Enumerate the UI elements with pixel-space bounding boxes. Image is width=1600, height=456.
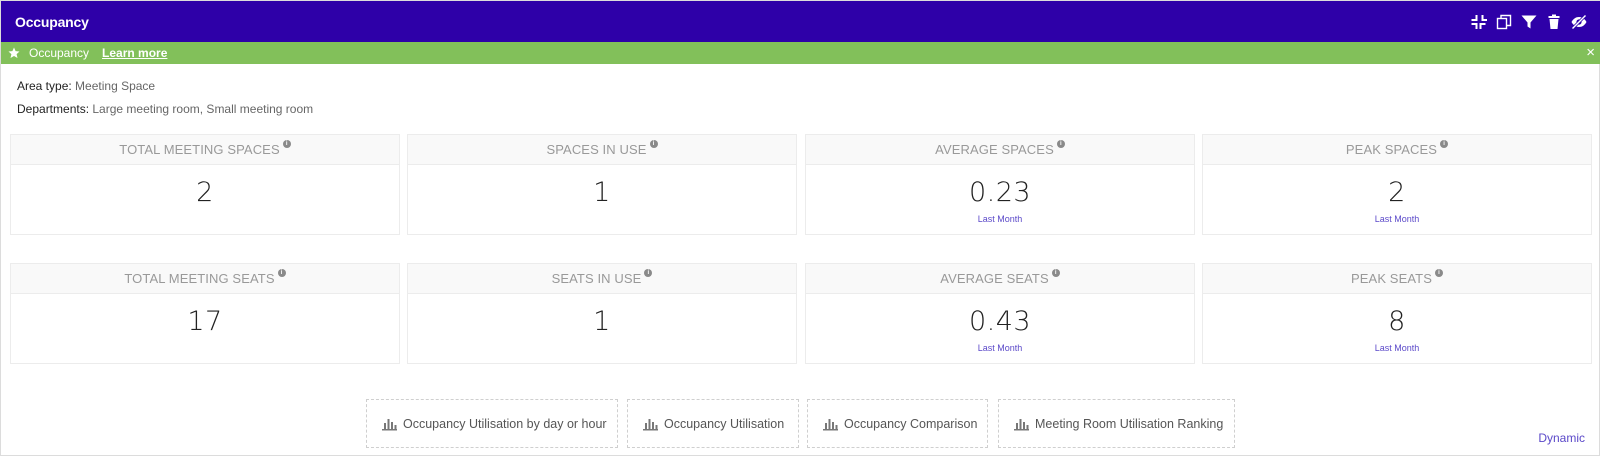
metric-value: 1 — [593, 306, 611, 337]
dynamic-mode-link[interactable]: Dynamic — [1538, 431, 1585, 445]
metric-title-text: PEAK SEATS — [1351, 271, 1432, 286]
metric-title: SEATS IN USE i — [408, 264, 796, 294]
metric-title-text: SEATS IN USE — [551, 271, 642, 286]
info-icon[interactable]: i — [277, 269, 286, 277]
widget-title: Occupancy — [15, 13, 89, 30]
hide-eye-icon[interactable] — [1571, 13, 1587, 30]
copy-icon[interactable] — [1496, 14, 1512, 30]
info-icon[interactable]: i — [1056, 140, 1065, 148]
metric-title-text: TOTAL MEETING SPACES — [119, 142, 280, 157]
metric-title: AVERAGE SEATS i — [806, 264, 1194, 294]
widget-header: Occupancy — [1, 1, 1600, 42]
metric-value: 8 — [1388, 306, 1406, 337]
info-icon[interactable]: i — [649, 140, 658, 148]
info-icon[interactable]: i — [282, 140, 291, 148]
metric-period: Last Month — [1374, 214, 1420, 224]
report-label: Occupancy Utilisation by day or hour — [403, 416, 607, 431]
metric-period: Last Month — [1374, 343, 1420, 353]
trash-icon[interactable] — [1546, 14, 1562, 30]
report-label: Occupancy Comparison — [844, 416, 978, 431]
header-toolbar — [1471, 1, 1587, 42]
metric-card-average-spaces: AVERAGE SPACES i 0.23 Last Month — [805, 134, 1195, 235]
metric-title: PEAK SPACES i — [1203, 135, 1591, 165]
bar-chart-icon — [1014, 418, 1029, 430]
filter-icon[interactable] — [1521, 14, 1537, 30]
metric-period: Last Month — [977, 214, 1023, 224]
metric-title-text: AVERAGE SPACES — [935, 142, 1054, 157]
metric-title-text: SPACES IN USE — [546, 142, 647, 157]
metric-value: 2 — [196, 177, 214, 208]
bar-chart-icon — [643, 418, 658, 430]
metric-card-total-meeting-seats: TOTAL MEETING SEATS i 17 — [10, 263, 400, 364]
metric-value: 0.23 — [968, 177, 1032, 208]
collapse-icon[interactable] — [1471, 14, 1487, 30]
metric-title-text: PEAK SPACES — [1345, 142, 1438, 157]
metric-value: 0.43 — [968, 306, 1032, 337]
metric-card-peak-seats: PEAK SEATS i 8 Last Month — [1202, 263, 1592, 364]
star-icon — [8, 47, 21, 60]
metric-title: AVERAGE SPACES i — [806, 135, 1194, 165]
learn-more-link[interactable]: Learn more — [102, 46, 167, 60]
departments-value: Large meeting room, Small meeting room — [92, 102, 314, 116]
info-icon[interactable]: i — [644, 269, 653, 277]
metric-card-total-meeting-spaces: TOTAL MEETING SPACES i 2 — [10, 134, 400, 235]
metric-title-text: TOTAL MEETING SEATS — [124, 271, 275, 286]
report-button-utilisation-by-day-or-hour[interactable]: Occupancy Utilisation by day or hour — [366, 399, 618, 448]
area-type-label: Area type: — [17, 79, 72, 93]
metric-period: Last Month — [977, 343, 1023, 353]
close-icon[interactable]: × — [1586, 44, 1595, 61]
metric-value: 1 — [593, 177, 611, 208]
occupancy-widget: Occupancy Occupancy Learn more × Area ty… — [0, 0, 1600, 456]
metric-value: 17 — [187, 306, 223, 337]
area-type-value: Meeting Space — [75, 79, 156, 93]
metric-title: PEAK SEATS i — [1203, 264, 1591, 294]
report-button-utilisation[interactable]: Occupancy Utilisation — [627, 399, 799, 448]
banner-label: Occupancy — [29, 46, 90, 60]
info-icon[interactable]: i — [1440, 140, 1449, 148]
metric-card-average-seats: AVERAGE SEATS i 0.43 Last Month — [805, 263, 1195, 364]
departments: Departments: Large meeting room, Small m… — [17, 102, 313, 116]
info-icon[interactable]: i — [1434, 269, 1443, 277]
area-type: Area type: Meeting Space — [17, 79, 155, 93]
report-button-comparison[interactable]: Occupancy Comparison — [807, 399, 988, 448]
info-banner: Occupancy Learn more × — [1, 42, 1600, 64]
metric-card-peak-spaces: PEAK SPACES i 2 Last Month — [1202, 134, 1592, 235]
report-label: Meeting Room Utilisation Ranking — [1035, 416, 1224, 431]
metric-value: 2 — [1388, 177, 1406, 208]
info-icon[interactable]: i — [1051, 269, 1060, 277]
bar-chart-icon — [823, 418, 838, 430]
bar-chart-icon — [382, 418, 397, 430]
metric-card-seats-in-use: SEATS IN USE i 1 — [407, 263, 797, 364]
metric-card-spaces-in-use: SPACES IN USE i 1 — [407, 134, 797, 235]
report-button-meeting-room-ranking[interactable]: Meeting Room Utilisation Ranking — [998, 399, 1235, 448]
metric-title: TOTAL MEETING SEATS i — [11, 264, 399, 294]
metric-title: SPACES IN USE i — [408, 135, 796, 165]
metric-title: TOTAL MEETING SPACES i — [11, 135, 399, 165]
metric-title-text: AVERAGE SEATS — [940, 271, 1049, 286]
departments-label: Departments: — [17, 102, 90, 116]
report-label: Occupancy Utilisation — [664, 416, 785, 431]
